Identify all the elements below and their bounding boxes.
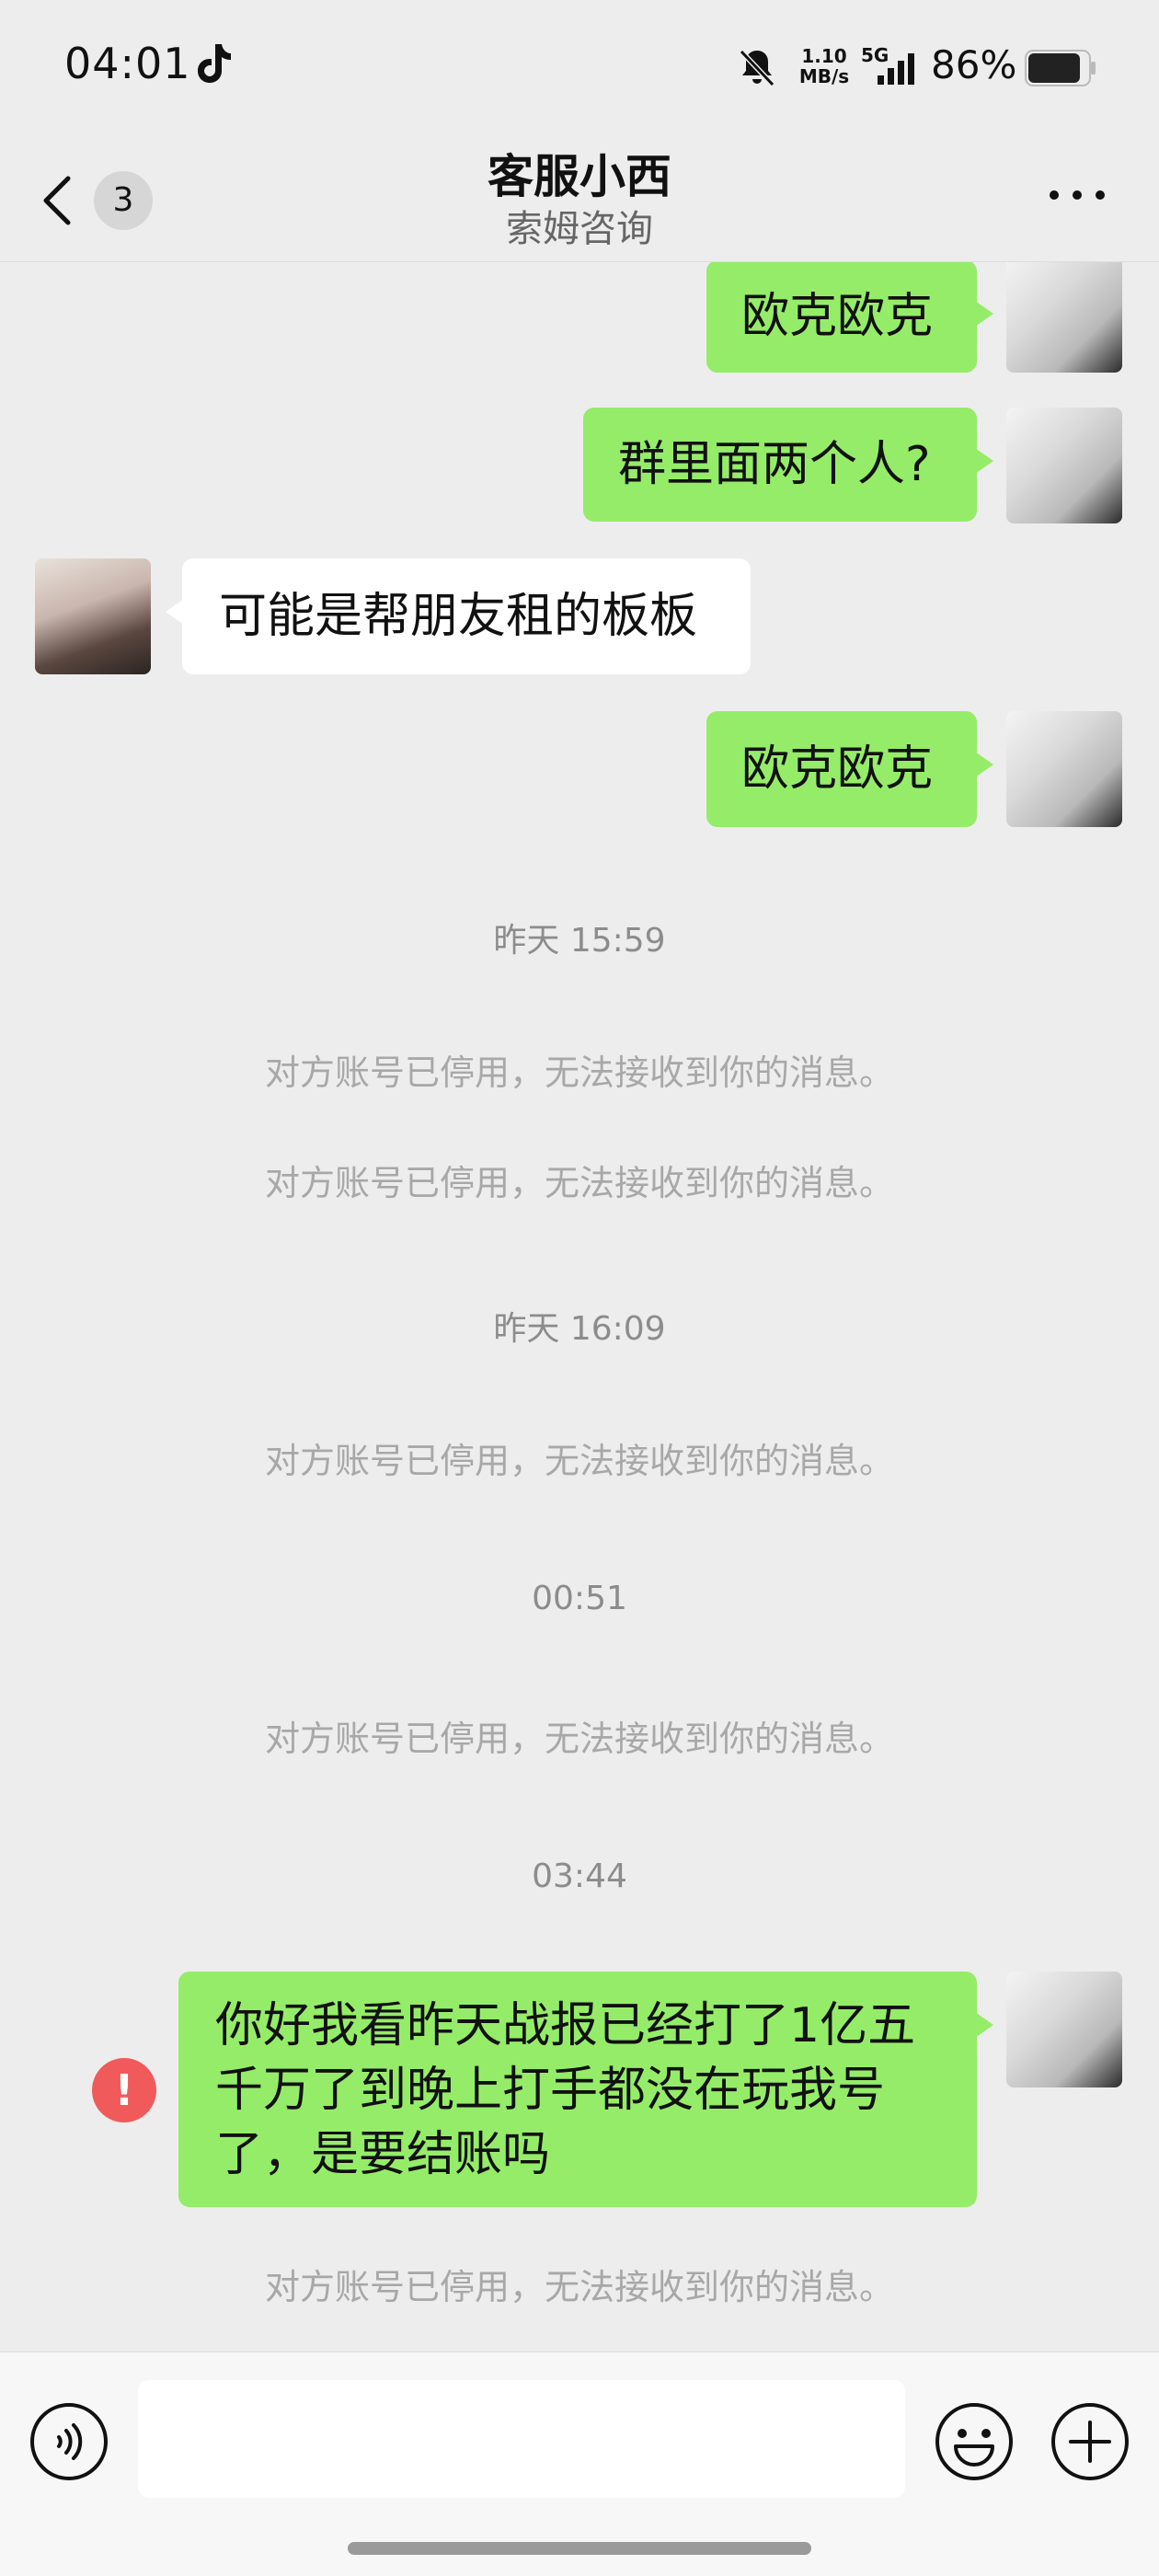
outgoing-bubble[interactable]: 欧克欧克 bbox=[706, 711, 993, 827]
net-speed-value: 1.10 bbox=[801, 45, 847, 67]
plus-icon[interactable] bbox=[1049, 2400, 1131, 2483]
timestamp: 昨天 15:59 bbox=[493, 922, 666, 960]
outgoing-bubble[interactable]: 群里面两个人? bbox=[583, 408, 993, 522]
timestamp: 03:44 bbox=[532, 1857, 627, 1895]
outgoing-bubble[interactable]: 欧克欧克 bbox=[706, 262, 993, 373]
bubble-line: 了，是要结账吗 bbox=[215, 2127, 551, 2182]
net-speed: 1.10 MB/s bbox=[797, 46, 852, 86]
battery-percent: 86% bbox=[931, 42, 1017, 87]
chat-subtitle: 索姆咨询 bbox=[506, 208, 653, 250]
tiktok-icon bbox=[198, 44, 231, 83]
more-options-icon[interactable] bbox=[1045, 177, 1109, 213]
system-notice: 对方账号已停用，无法接收到你的消息。 bbox=[264, 1163, 894, 1203]
battery-icon bbox=[1025, 50, 1096, 86]
nav-bar: 3 客服小西 索姆咨询 bbox=[0, 129, 1159, 262]
home-indicator[interactable] bbox=[348, 2542, 811, 2555]
system-notice: 对方账号已停用，无法接收到你的消息。 bbox=[264, 1441, 894, 1481]
voice-input-icon[interactable] bbox=[28, 2400, 110, 2483]
status-bar: 04:01 1.10 MB/s 5G 86% bbox=[0, 0, 1159, 129]
send-failed-icon[interactable]: ! bbox=[92, 2058, 156, 2122]
input-bar bbox=[0, 2352, 1159, 2576]
system-notice: 对方账号已停用，无法接收到你的消息。 bbox=[264, 1052, 894, 1093]
incoming-bubble[interactable]: 可能是帮朋友租的板板 bbox=[166, 558, 751, 674]
net-speed-unit: MB/s bbox=[798, 65, 850, 87]
outgoing-bubble[interactable]: 你好我看昨天战报已经打了1亿五 千万了到晚上打手都没在玩我号 了，是要结账吗 bbox=[178, 1972, 993, 2207]
chat-title: 客服小西 bbox=[488, 150, 671, 203]
chat-screen: 04:01 1.10 MB/s 5G 86% 3 客服小西 索姆咨询 欧克欧克 … bbox=[0, 0, 1159, 2576]
my-avatar[interactable] bbox=[1006, 408, 1122, 523]
bubble-line: 千万了到晚上打手都没在玩我号 bbox=[215, 2063, 886, 2118]
my-avatar[interactable] bbox=[1006, 711, 1122, 827]
emoji-icon[interactable] bbox=[933, 2400, 1016, 2483]
contact-avatar[interactable] bbox=[35, 558, 151, 674]
mute-bell-icon bbox=[739, 49, 775, 87]
status-time: 04:01 bbox=[64, 39, 191, 88]
bubble-line: 你好我看昨天战报已经打了1亿五 bbox=[215, 1998, 916, 2053]
message-input[interactable] bbox=[138, 2380, 905, 2498]
my-avatar[interactable] bbox=[1006, 1972, 1122, 2087]
message-list[interactable]: 欧克欧克 群里面两个人? 可能是帮朋友租的板板 欧克欧克 昨天 15:59 对方… bbox=[0, 262, 1159, 2351]
my-avatar[interactable] bbox=[1006, 262, 1122, 373]
system-notice: 对方账号已停用，无法接收到你的消息。 bbox=[264, 2267, 894, 2307]
signal-icon bbox=[878, 53, 914, 85]
system-notice: 对方账号已停用，无法接收到你的消息。 bbox=[264, 1719, 894, 1759]
timestamp: 昨天 16:09 bbox=[493, 1310, 666, 1348]
timestamp: 00:51 bbox=[532, 1580, 627, 1617]
